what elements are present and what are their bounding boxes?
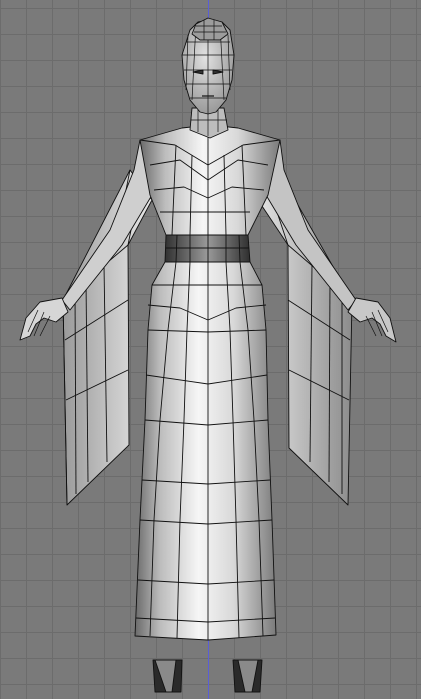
3d-viewport[interactable] [0, 0, 421, 699]
right-shoe[interactable] [232, 659, 263, 693]
viewport-canvas[interactable] [0, 0, 421, 699]
character-mesh[interactable] [19, 17, 397, 693]
left-hand[interactable] [19, 297, 69, 341]
left-sleeve[interactable] [62, 169, 153, 506]
left-shoe[interactable] [152, 659, 183, 693]
hair-bun[interactable] [191, 17, 229, 41]
dress-skirt[interactable] [134, 261, 277, 641]
waist-band[interactable] [164, 234, 251, 263]
right-sleeve[interactable] [257, 169, 353, 506]
torso[interactable] [139, 124, 281, 236]
